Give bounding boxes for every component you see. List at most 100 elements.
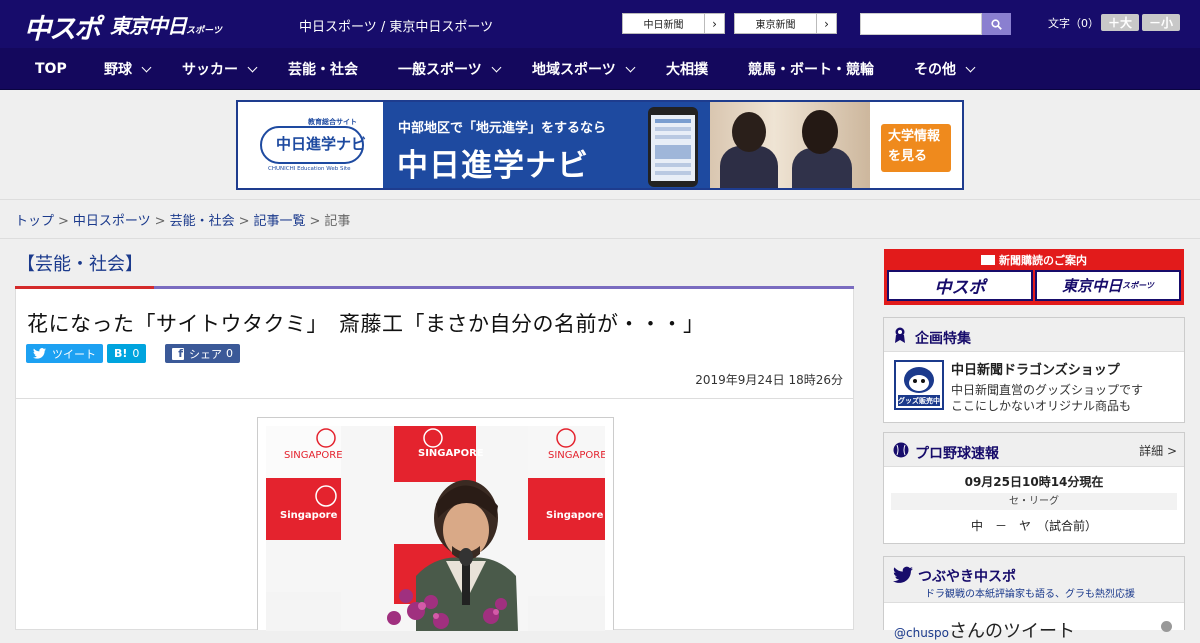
tweets-embed-heading[interactable]: @chuspoさんのツイート: [894, 617, 1075, 643]
tweets-label: さんのツイート: [949, 621, 1076, 642]
breadcrumb-separator: >: [58, 214, 69, 229]
twitter-bird-icon: [893, 566, 913, 583]
chunichi-shimbun-label: 中日新聞: [643, 20, 684, 31]
nav-other[interactable]: その他: [914, 48, 976, 90]
nav-racing[interactable]: 競馬・ボート・競輪: [748, 48, 874, 90]
article-title: 花になった「サイトウタクミ」 斎藤工「まさか自分の名前が・・・」: [27, 312, 705, 336]
nav-label: 一般スポーツ: [398, 62, 482, 78]
nav-label: 芸能・社会: [288, 62, 358, 78]
students-photo: [710, 102, 870, 188]
subscription-box: 新聞購読のご案内 中スポ 東京中日 スポーツ: [884, 249, 1184, 305]
info-icon[interactable]: [1161, 621, 1172, 632]
nav-entertainment[interactable]: 芸能・社会: [288, 48, 358, 90]
baseball-header: プロ野球速報 詳細 >: [884, 433, 1184, 467]
dragons-shop-thumbnail: グッズ販売中: [894, 360, 944, 410]
tokyo-chunichi-logo[interactable]: 東京中日スポーツ: [110, 10, 222, 39]
subscribe-tokyo-label: 東京中日: [1062, 277, 1123, 295]
tweet-button[interactable]: ツイート: [26, 344, 103, 363]
baseball-score-panel: プロ野球速報 詳細 > 09月25日10時14分現在 セ・リーグ 中 － ヤ （…: [883, 432, 1185, 544]
tweets-subtitle: ドラ観戦の本紙評論家も語る、グラも熱烈応援: [925, 589, 1135, 600]
banner-headline-small: 中部地区で「地元進学」をするなら: [398, 121, 607, 136]
hatena-icon: B!: [114, 347, 128, 360]
baseball-detail-link[interactable]: 詳細 >: [1139, 442, 1177, 459]
breadcrumb-top[interactable]: トップ: [15, 214, 54, 229]
breadcrumb-separator: >: [309, 214, 321, 229]
breadcrumb-entertainment[interactable]: 芸能・社会: [170, 214, 235, 229]
nav-label: 競馬・ボート・競輪: [748, 62, 874, 78]
tokyo-shimbun-link[interactable]: 東京新聞 ›: [734, 13, 837, 34]
chunichi-shimbun-link[interactable]: 中日新聞 ›: [622, 13, 725, 34]
nav-label: その他: [914, 62, 956, 78]
banner-cta-button[interactable]: 大学情報を見る: [881, 124, 951, 172]
chevron-down-icon: [491, 62, 502, 72]
article-photo[interactable]: SINGAPORE Singapore Singapore SINGAPORE …: [266, 426, 605, 631]
facebook-share-button[interactable]: f シェア 0: [165, 344, 240, 363]
baseball-game[interactable]: 中 － ヤ （試合前）: [884, 517, 1184, 534]
tweet-label: ツイート: [52, 347, 96, 361]
font-larger-button[interactable]: ＋大: [1101, 14, 1139, 31]
article-card: 花になった「サイトウタクミ」 斎藤工「まさか自分の名前が・・・」 ツイート B!…: [15, 289, 854, 631]
breadcrumb-chunichi-sports[interactable]: 中日スポーツ: [73, 214, 151, 229]
nav-sumo[interactable]: 大相撲: [666, 48, 708, 90]
font-size-label: 文字（0）: [1048, 17, 1099, 30]
shop-desc-1: 中日新聞直営のグッズショップです: [951, 383, 1144, 397]
press-event-photo: SINGAPORE Singapore Singapore SINGAPORE …: [266, 426, 605, 631]
ribbon-icon: [895, 327, 905, 343]
banner-headline: 中部地区で「地元進学」をするなら 中日進学ナビ: [383, 102, 648, 188]
nav-soccer[interactable]: サッカー: [182, 48, 258, 90]
shop-desc-2: ここにしかないオリジナル商品も: [951, 399, 1132, 413]
subscribe-tokyo-chunichi-button[interactable]: 東京中日 スポーツ: [1035, 270, 1181, 301]
smartphone-illustration: [648, 107, 698, 187]
subscription-title: 新聞購読のご案内: [884, 252, 1184, 268]
font-smaller-button[interactable]: －小: [1142, 14, 1180, 31]
svg-text:SINGAPORE: SINGAPORE: [284, 450, 343, 461]
banner-headline-big: 中日進学ナビ: [397, 148, 589, 184]
tokyo-logo-text: 東京中日: [110, 14, 187, 38]
nav-label: 野球: [104, 62, 132, 78]
facebook-share-label: シェア: [189, 347, 222, 361]
chuspo-logo[interactable]: 中スポ: [24, 7, 101, 46]
banner-cta-area: 大学情報を見る: [870, 102, 962, 188]
subscribe-tokyo-suffix: スポーツ: [1122, 281, 1154, 290]
site-name[interactable]: 中日スポーツ / 東京中日スポーツ: [299, 16, 493, 35]
hatena-bookmark-button[interactable]: B! 0: [107, 344, 147, 363]
tweets-title: つぶやき中スポ: [918, 569, 1016, 585]
shop-badge: グッズ販売中: [898, 397, 940, 405]
breadcrumb: トップ > 中日スポーツ > 芸能・社会 > 記事一覧 > 記事: [15, 210, 350, 229]
chevron-right-icon: ›: [704, 14, 724, 33]
features-panel: 企画特集 グッズ販売中 中日新聞ドラゴンズショップ 中日新聞直営のグッズショップ…: [883, 317, 1185, 423]
nav-label: 大相撲: [666, 62, 708, 78]
nav-top[interactable]: TOP: [35, 48, 67, 90]
facebook-count: 0: [226, 347, 233, 360]
breadcrumb-article-list[interactable]: 記事一覧: [254, 214, 306, 229]
breadcrumb-current: 記事: [324, 214, 351, 229]
article-photo-frame: SINGAPORE Singapore Singapore SINGAPORE …: [257, 417, 614, 631]
features-title: 企画特集: [915, 331, 971, 347]
nav-label: 地域スポーツ: [532, 62, 616, 78]
main-nav: TOP 野球 サッカー 芸能・社会 一般スポーツ 地域スポーツ 大相撲 競馬・ボ…: [0, 48, 1200, 90]
top-header: 中スポ 東京中日スポーツ 中日スポーツ / 東京中日スポーツ 中日新聞 › 東京…: [0, 0, 1200, 48]
chevron-right-icon: ›: [816, 14, 836, 33]
nav-regional-sports[interactable]: 地域スポーツ: [532, 48, 636, 90]
category-heading[interactable]: 【芸能・社会】: [17, 250, 143, 276]
search-input[interactable]: [860, 13, 982, 35]
chevron-down-icon: [625, 62, 636, 72]
hatena-count: 0: [132, 347, 140, 360]
subscribe-chuspo-button[interactable]: 中スポ: [887, 270, 1033, 301]
nav-baseball[interactable]: 野球: [104, 48, 152, 90]
dragons-shop-item[interactable]: グッズ販売中 中日新聞ドラゴンズショップ 中日新聞直営のグッズショップです ここ…: [884, 352, 1184, 422]
tokyo-shimbun-label: 東京新聞: [755, 20, 796, 31]
shop-title: 中日新聞ドラゴンズショップ: [951, 363, 1120, 378]
search-button[interactable]: [982, 13, 1011, 35]
banner-logo: 教育総合サイト 中日進学ナビ CHUNICHI Education Web Si…: [238, 102, 383, 188]
nav-general-sports[interactable]: 一般スポーツ: [398, 48, 502, 90]
shingaku-navi-banner[interactable]: 教育総合サイト 中日進学ナビ CHUNICHI Education Web Si…: [236, 100, 964, 190]
tweets-header: つぶやき中スポ ドラ観戦の本紙評論家も語る、グラも熱烈応援: [884, 557, 1184, 603]
ad-zone: 教育総合サイト 中日進学ナビ CHUNICHI Education Web Si…: [0, 90, 1200, 200]
facebook-icon: f: [172, 347, 184, 360]
tweets-handle[interactable]: @chuspo: [894, 626, 949, 640]
twitter-bird-icon: [33, 348, 46, 359]
chevron-down-icon: [141, 62, 152, 72]
divider: [16, 398, 853, 399]
baseball-time: 09月25日10時14分現在: [964, 475, 1104, 489]
